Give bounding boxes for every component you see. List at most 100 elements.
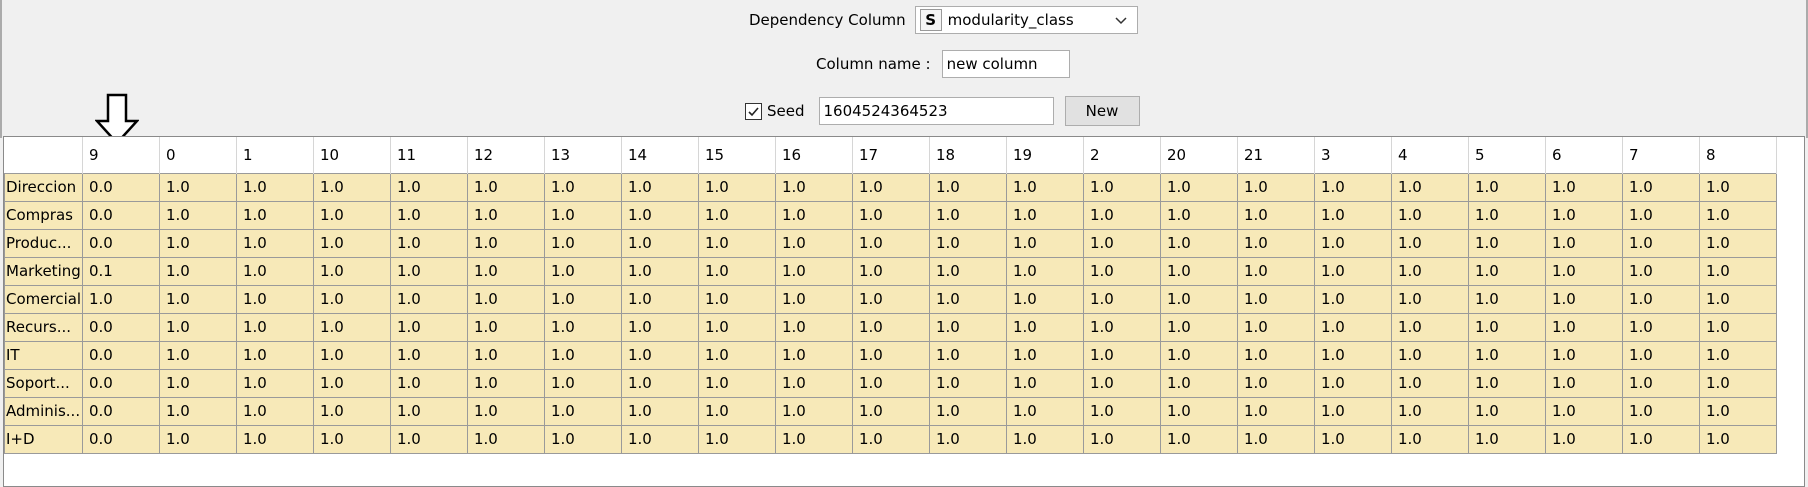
- table-cell[interactable]: 0.0: [82, 368, 160, 398]
- table-cell[interactable]: 1.0: [236, 340, 314, 370]
- table-cell[interactable]: 1.0: [621, 256, 699, 286]
- table-cell[interactable]: 1.0: [544, 424, 622, 454]
- column-header[interactable]: 11: [390, 137, 468, 173]
- table-cell[interactable]: 1.0: [544, 312, 622, 342]
- table-cell[interactable]: 1.0: [698, 172, 776, 202]
- table-cell[interactable]: 1.0: [313, 424, 391, 454]
- table-cell[interactable]: 1.0: [1545, 396, 1623, 426]
- table-cell[interactable]: 1.0: [1699, 228, 1777, 258]
- table-cell[interactable]: 1.0: [1314, 228, 1392, 258]
- table-cell[interactable]: 1.0: [1314, 200, 1392, 230]
- table-row[interactable]: IT 0.0 1.0 1.0 1.0 1.0 1.0 1.0 1.0 1.0 1.0 1.0 1.0 1.…: [4, 340, 1777, 370]
- table-cell[interactable]: 1.0: [236, 396, 314, 426]
- table-cell[interactable]: 1.0: [1622, 368, 1700, 398]
- table-cell[interactable]: 1.0: [1237, 368, 1315, 398]
- table-cell[interactable]: 1.0: [236, 200, 314, 230]
- table-cell[interactable]: 1.0: [698, 256, 776, 286]
- table-cell[interactable]: 1.0: [1314, 340, 1392, 370]
- table-cell[interactable]: 1.0: [1699, 340, 1777, 370]
- table-cell[interactable]: 1.0: [852, 396, 930, 426]
- table-cell[interactable]: 1.0: [1468, 228, 1546, 258]
- table-cell[interactable]: 1.0: [236, 256, 314, 286]
- table-cell[interactable]: 1.0: [467, 340, 545, 370]
- table-cell[interactable]: 1.0: [467, 256, 545, 286]
- table-cell[interactable]: 1.0: [698, 368, 776, 398]
- table-cell[interactable]: 1.0: [852, 172, 930, 202]
- table-cell[interactable]: 1.0: [1468, 396, 1546, 426]
- table-cell[interactable]: 1.0: [1622, 228, 1700, 258]
- table-cell[interactable]: 1.0: [698, 396, 776, 426]
- table-cell[interactable]: 1.0: [621, 396, 699, 426]
- table-cell[interactable]: 1.0: [467, 284, 545, 314]
- table-cell[interactable]: 1.0: [775, 228, 853, 258]
- table-cell[interactable]: 1.0: [929, 228, 1007, 258]
- table-cell[interactable]: 0.0: [82, 228, 160, 258]
- table-cell[interactable]: 1.0: [1160, 284, 1238, 314]
- table-cell[interactable]: 1.0: [1314, 172, 1392, 202]
- table-cell[interactable]: 1.0: [1006, 396, 1084, 426]
- table-row[interactable]: Compras 0.0 1.0 1.0 1.0 1.0 1.0 1.0 1.0 1.0 1.0 1.0…: [4, 200, 1777, 230]
- table-cell[interactable]: 1.0: [1006, 228, 1084, 258]
- table-cell[interactable]: 1.0: [1622, 424, 1700, 454]
- table-cell[interactable]: 1.0: [390, 396, 468, 426]
- table-cell[interactable]: 1.0: [1006, 424, 1084, 454]
- table-cell[interactable]: 1.0: [621, 312, 699, 342]
- table-cell[interactable]: 1.0: [1083, 424, 1161, 454]
- table-cell[interactable]: 1.0: [1468, 172, 1546, 202]
- table-cell[interactable]: 1.0: [698, 200, 776, 230]
- table-cell[interactable]: 1.0: [1391, 396, 1469, 426]
- table-cell[interactable]: 0.0: [82, 312, 160, 342]
- table-cell[interactable]: 1.0: [313, 368, 391, 398]
- table-cell[interactable]: 1.0: [698, 228, 776, 258]
- table-cell[interactable]: 1.0: [1237, 228, 1315, 258]
- dependency-column-dropdown[interactable]: S modularity_class: [914, 6, 1138, 34]
- table-row[interactable]: Comercial 1.0 1.0 1.0 1.0 1.0 1.0 1.0 1.0 1.0 1.0 1…: [4, 284, 1777, 314]
- table-cell[interactable]: 1.0: [1237, 172, 1315, 202]
- table-cell[interactable]: 1.0: [1468, 284, 1546, 314]
- table-cell[interactable]: 1.0: [1391, 256, 1469, 286]
- table-cell[interactable]: 1.0: [313, 228, 391, 258]
- table-cell[interactable]: 1.0: [1699, 172, 1777, 202]
- table-cell[interactable]: 1.0: [1468, 256, 1546, 286]
- table-cell[interactable]: 1.0: [775, 424, 853, 454]
- table-cell[interactable]: 1.0: [1391, 284, 1469, 314]
- column-header[interactable]: 10: [313, 137, 391, 173]
- table-cell[interactable]: 1.0: [1314, 396, 1392, 426]
- table-cell[interactable]: 1.0: [929, 424, 1007, 454]
- table-cell[interactable]: 0.0: [82, 424, 160, 454]
- table-cell[interactable]: 1.0: [159, 368, 237, 398]
- column-header[interactable]: 1: [236, 137, 314, 173]
- table-cell[interactable]: 1.0: [775, 172, 853, 202]
- column-header[interactable]: 19: [1006, 137, 1084, 173]
- column-header[interactable]: 12: [467, 137, 545, 173]
- table-cell[interactable]: 1.0: [544, 284, 622, 314]
- table-cell[interactable]: 1.0: [1468, 200, 1546, 230]
- table-cell[interactable]: 1.0: [390, 424, 468, 454]
- table-cell[interactable]: 1.0: [1083, 228, 1161, 258]
- table-cell[interactable]: 1.0: [1237, 284, 1315, 314]
- table-cell[interactable]: 1.0: [1545, 340, 1623, 370]
- table-cell[interactable]: 1.0: [1391, 228, 1469, 258]
- table-cell[interactable]: 1.0: [1314, 284, 1392, 314]
- table-cell[interactable]: 1.0: [1160, 396, 1238, 426]
- column-header[interactable]: 2: [1083, 137, 1161, 173]
- column-name-input[interactable]: [941, 50, 1070, 78]
- table-cell[interactable]: 1.0: [390, 312, 468, 342]
- table-cell[interactable]: 1.0: [1160, 228, 1238, 258]
- table-cell[interactable]: 1.0: [852, 200, 930, 230]
- table-cell[interactable]: 1.0: [1545, 424, 1623, 454]
- chevron-down-icon[interactable]: [1113, 11, 1129, 29]
- table-cell[interactable]: 1.0: [1237, 424, 1315, 454]
- table-cell[interactable]: 1.0: [159, 312, 237, 342]
- table-cell[interactable]: 1.0: [929, 312, 1007, 342]
- table-cell[interactable]: 1.0: [544, 396, 622, 426]
- table-cell[interactable]: 1.0: [1391, 368, 1469, 398]
- table-cell[interactable]: 1.0: [313, 200, 391, 230]
- table-cell[interactable]: 1.0: [390, 172, 468, 202]
- table-cell[interactable]: 1.0: [775, 284, 853, 314]
- table-row[interactable]: Recurs... 0.0 1.0 1.0 1.0 1.0 1.0 1.0 1.0 1.0 1.0 1…: [4, 312, 1777, 342]
- table-cell[interactable]: 1.0: [1391, 340, 1469, 370]
- row-label-header[interactable]: [4, 137, 83, 173]
- column-header[interactable]: 0: [159, 137, 237, 173]
- table-cell[interactable]: 1.0: [1545, 228, 1623, 258]
